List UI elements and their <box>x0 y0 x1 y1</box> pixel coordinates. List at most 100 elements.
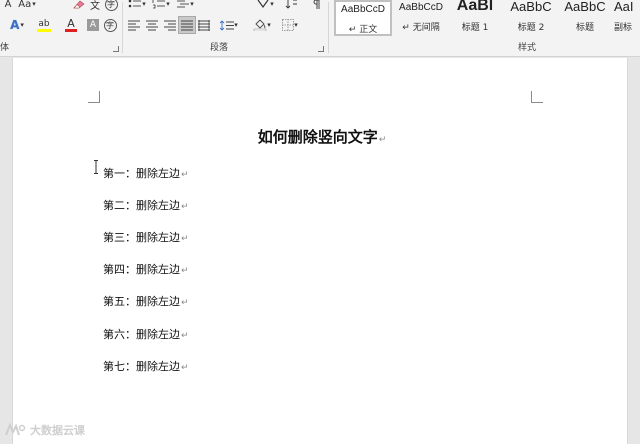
justify-icon <box>181 20 193 30</box>
numbering-button[interactable]: ▾ <box>150 0 172 12</box>
paragraph-text: 第一：删除左边 <box>103 167 180 180</box>
phonetic-guide-label: 文 <box>90 0 100 12</box>
line-spacing-button[interactable]: ▾ <box>218 17 240 33</box>
bullets-button[interactable]: ▾ <box>126 0 148 12</box>
enclosed-character-label: 字 <box>103 18 117 32</box>
style-preview: AaBbC <box>564 0 606 14</box>
style-heading-2[interactable]: AaBbC 标题 2 <box>502 0 560 36</box>
watermark: 大数据云课 <box>4 422 85 438</box>
paragraph-text: 第七：删除左边 <box>103 360 180 373</box>
phonetic-guide-button[interactable]: 文 <box>88 0 102 12</box>
document-paragraph[interactable]: 第一：删除左边↵ <box>103 165 189 181</box>
style-title[interactable]: AaBbC 标题 <box>558 0 612 36</box>
document-title-text: 如何删除竖向文字 <box>257 128 378 146</box>
align-left-button[interactable] <box>126 17 142 33</box>
document-paragraph[interactable]: 第二：删除左边↵ <box>103 197 189 213</box>
paragraph-mark: ↵ <box>378 135 387 145</box>
font-color-swatch <box>65 29 77 32</box>
multilevel-list-button[interactable]: ▾ <box>174 0 196 12</box>
enclose-characters-label: 字 <box>104 0 118 11</box>
font-size-shrink-button[interactable]: A <box>2 0 14 12</box>
chinese-layout-icon <box>257 0 269 9</box>
justify-button[interactable] <box>178 16 196 34</box>
borders-button[interactable]: ▾ <box>278 17 302 33</box>
distributed-button[interactable] <box>196 17 212 33</box>
group-separator <box>328 2 329 53</box>
sort-button[interactable] <box>284 0 300 12</box>
align-center-icon <box>146 20 158 30</box>
paragraph-mark: ↵ <box>181 363 189 373</box>
align-left-icon <box>128 20 140 30</box>
style-no-spacing[interactable]: AaBbCcD ↵ 无间隔 <box>392 0 450 36</box>
character-shading-button[interactable]: A <box>86 17 100 33</box>
styles-group-label: 样式 <box>518 43 537 53</box>
style-name: 副标 <box>614 23 633 33</box>
shading-button[interactable]: ▾ <box>250 17 274 33</box>
style-preview: AaBbCcD <box>341 4 385 15</box>
document-title[interactable]: 如何删除竖向文字↵ <box>0 126 640 147</box>
document-paragraph[interactable]: 第四：删除左边↵ <box>103 261 189 277</box>
paragraph-text: 第六：删除左边 <box>103 328 180 341</box>
style-preview: AaBl <box>456 0 494 14</box>
borders-icon <box>282 19 295 31</box>
highlight-color-swatch <box>37 28 51 32</box>
paragraph-mark: ↵ <box>181 170 189 180</box>
watermark-text: 大数据云课 <box>30 424 85 437</box>
align-right-button[interactable] <box>162 17 178 33</box>
paragraph-mark: ↵ <box>181 266 189 276</box>
text-effects-label: A <box>10 18 20 32</box>
sort-icon <box>285 0 297 9</box>
enclosed-character-button[interactable]: 字 <box>102 17 118 33</box>
style-name: 标题 <box>575 23 594 33</box>
font-color-button[interactable]: A <box>60 17 82 33</box>
numbered-list-icon <box>152 0 166 9</box>
paragraph-text: 第五：删除左边 <box>103 295 180 308</box>
style-normal[interactable]: AaBbCcD ↵ 正文 <box>334 0 392 36</box>
style-preview: AaBbCcD <box>399 2 443 13</box>
show-paragraph-marks-button[interactable] <box>308 0 324 12</box>
document-paragraph[interactable]: 第七：删除左边↵ <box>103 358 189 374</box>
style-name: ↵ 正文 <box>348 25 378 35</box>
clear-format-button[interactable] <box>70 0 86 12</box>
text-cursor-icon <box>94 160 98 174</box>
paragraph-text: 第二：删除左边 <box>103 199 180 212</box>
style-heading-1[interactable]: AaBl 标题 1 <box>450 0 500 36</box>
change-case-button[interactable]: Aa ▾ <box>16 0 38 12</box>
paragraph-group-label: 段落 <box>210 43 229 53</box>
change-case-label: Aa <box>18 0 32 10</box>
distributed-icon <box>198 19 210 31</box>
style-preview: AaBbC <box>510 0 552 14</box>
group-separator <box>122 2 123 53</box>
paint-bucket-icon <box>253 19 267 31</box>
paragraph-mark: ↵ <box>181 298 189 308</box>
font-dialog-launcher[interactable] <box>113 46 119 52</box>
document-paragraph[interactable]: 第六：删除左边↵ <box>103 326 189 342</box>
margin-corner-top-right <box>531 91 543 103</box>
margin-corner-top-left <box>88 91 100 103</box>
align-right-icon <box>164 20 176 30</box>
paragraph-dialog-launcher[interactable] <box>318 46 324 52</box>
document-paragraph[interactable]: 第五：删除左边↵ <box>103 293 189 309</box>
decrease-indent-button[interactable] <box>198 0 214 12</box>
style-subtitle[interactable]: AaI 副标 <box>614 0 640 36</box>
align-center-button[interactable] <box>144 17 160 33</box>
document-page[interactable] <box>12 58 628 444</box>
style-name: 标题 1 <box>461 23 489 33</box>
style-preview: AaI <box>614 0 634 14</box>
bullet-list-icon <box>128 0 142 8</box>
highlight-color-button[interactable]: ab <box>32 17 56 33</box>
text-effects-button[interactable]: A ▾ <box>6 17 28 33</box>
multilevel-list-icon <box>177 0 190 8</box>
font-color-label: A <box>67 17 75 30</box>
watermark-logo-icon <box>5 423 26 436</box>
document-paragraph[interactable]: 第三：删除左边↵ <box>103 229 189 245</box>
styles-gallery: AaBbCcD ↵ 正文 AaBbCcD ↵ 无间隔 AaBl 标题 1 AaB… <box>331 0 640 38</box>
style-name: 标题 2 <box>517 23 545 33</box>
enclose-characters-button[interactable]: 字 <box>104 0 118 12</box>
pilcrow-icon <box>313 0 320 9</box>
paragraph-mark: ↵ <box>181 202 189 212</box>
increase-indent-button[interactable] <box>216 0 232 12</box>
character-shading-label: A <box>87 19 99 31</box>
chinese-layout-button[interactable]: ▾ <box>254 0 276 12</box>
font-size-shrink-label: A <box>4 0 12 10</box>
